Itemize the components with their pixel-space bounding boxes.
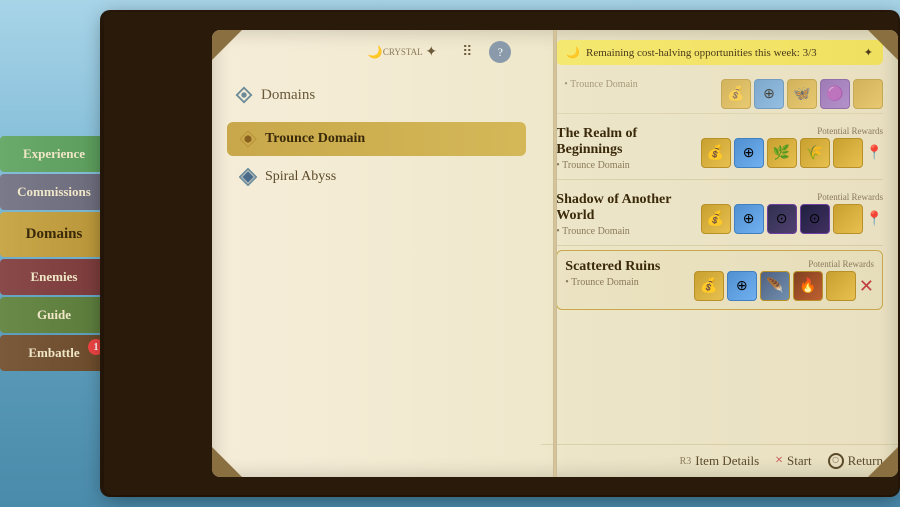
potential-label-2: Potential Rewards: [817, 192, 883, 202]
reward-gold-4: 💰: [694, 271, 724, 301]
reward-item-2: [853, 79, 883, 109]
start-key: ×: [775, 453, 783, 469]
trounce-domain-icon: [239, 130, 257, 148]
domain-realm-type: • Trounce Domain: [556, 160, 690, 171]
nav-spiral-abyss[interactable]: Spiral Abyss: [227, 160, 526, 194]
spiral-abyss-icon: [239, 168, 257, 186]
left-page: 🌙 CRYSTAL ✦ ⠿ ? Domains: [212, 30, 541, 477]
reward-purple-3: ⊙: [800, 204, 830, 234]
book-frame: 🌙 CRYSTAL ✦ ⠿ ? Domains: [104, 12, 898, 495]
sidebar-item-experience[interactable]: Experience: [0, 136, 108, 172]
domains-icon: [235, 86, 253, 104]
domain-shadow-name: Shadow of Another World: [556, 192, 690, 224]
domain-shadow[interactable]: Shadow of Another World • Trounce Domain…: [556, 184, 883, 246]
bottom-bar: R3 Item Details × Start ○ Return: [541, 444, 898, 477]
item-details-key: R3: [680, 456, 692, 467]
reward-icons-3: 💰 ⊕ 🪶 🔥 ✕: [694, 271, 874, 301]
reward-icons-2: 💰 ⊕ ⊙ ⊙ 📍: [701, 204, 883, 234]
reward-item-5: [833, 204, 863, 234]
return-key: ○: [828, 453, 844, 469]
reward-green-1: 🌿: [767, 138, 797, 168]
sidebar-label-guide: Guide: [37, 307, 71, 322]
trounce-domain-label: Trounce Domain: [265, 131, 365, 147]
domain-realm-of-beginnings[interactable]: The Realm of Beginnings • Trounce Domain…: [556, 118, 883, 180]
moon-icon: 🌙 CRYSTAL: [381, 38, 409, 66]
reward-gold-2: 💰: [701, 138, 731, 168]
reward-icons-1: 💰 ⊕ 🌿 🌾 📍: [701, 138, 883, 168]
nav-trounce-domain[interactable]: Trounce Domain: [227, 122, 526, 156]
reward-blue-4: ⊕: [727, 271, 757, 301]
sidebar-item-domains[interactable]: Domains: [0, 212, 108, 257]
domain-ruins-right: Potential Rewards 💰 ⊕ 🪶 🔥 ✕: [694, 259, 874, 301]
domain-realm-left: The Realm of Beginnings • Trounce Domain: [556, 126, 690, 171]
domain-ruins-left: Scattered Ruins • Trounce Domain: [565, 259, 684, 288]
notification-banner: 🌙 Remaining cost-halving opportunities t…: [556, 40, 883, 65]
domains-nav-label: Domains: [261, 87, 315, 104]
right-page: 🌙 Remaining cost-halving opportunities t…: [541, 30, 898, 477]
notif-snowflake: ✦: [864, 46, 873, 59]
notification-text: Remaining cost-halving opportunities thi…: [586, 47, 817, 59]
item-details-label: Item Details: [695, 453, 759, 469]
sidebar-label-embattle: Embattle: [28, 345, 79, 360]
sidebar-item-enemies[interactable]: Enemies: [0, 259, 108, 295]
reward-item-1: 🦋: [787, 79, 817, 109]
reward-blue-3: ⊕: [734, 204, 764, 234]
item-details-button[interactable]: R3 Item Details: [680, 453, 760, 469]
start-label: Start: [787, 453, 812, 469]
sidebar-label-domains: Domains: [26, 226, 83, 242]
book: 🌙 CRYSTAL ✦ ⠿ ? Domains: [212, 30, 898, 477]
domain-realm-right: Potential Rewards 💰 ⊕ 🌿 🌾 📍: [701, 126, 883, 168]
question-icon[interactable]: ?: [489, 41, 511, 63]
reward-gold-1: 💰: [721, 79, 751, 109]
nav-domains[interactable]: Domains: [227, 80, 526, 110]
reward-blue-2: ⊕: [734, 138, 764, 168]
sidebar-label-commissions: Commissions: [17, 184, 91, 199]
potential-label-1: Potential Rewards: [817, 126, 883, 136]
sidebar: Experience Commissions Domains Enemies G…: [0, 0, 108, 507]
sidebar-item-commissions[interactable]: Commissions: [0, 174, 108, 210]
sidebar-label-experience: Experience: [23, 146, 85, 161]
sidebar-label-enemies: Enemies: [31, 269, 78, 284]
spiral-abyss-label: Spiral Abyss: [265, 169, 336, 185]
moon-notif-icon: 🌙: [566, 46, 580, 59]
dots-icon[interactable]: ⠿: [453, 38, 481, 66]
domain-realm-name: The Realm of Beginnings: [556, 126, 690, 158]
reward-gold-3: 💰: [701, 204, 731, 234]
reward-purple-1: 🟣: [820, 79, 850, 109]
location-icon-1: 📍: [866, 145, 883, 162]
reward-wind-1: 🪶: [760, 271, 790, 301]
sidebar-item-embattle[interactable]: Embattle 1: [0, 335, 108, 371]
reward-item-4: [833, 138, 863, 168]
domain-scattered-ruins[interactable]: Scattered Ruins • Trounce Domain Potenti…: [556, 250, 883, 310]
reward-fire-1: 🔥: [793, 271, 823, 301]
close-x-icon: ✕: [859, 276, 874, 297]
domain-shadow-left: Shadow of Another World • Trounce Domain: [556, 192, 690, 237]
domain-ruins-type: • Trounce Domain: [565, 277, 684, 288]
sidebar-item-guide[interactable]: Guide: [0, 297, 108, 333]
reward-blue-1: ⊕: [754, 79, 784, 109]
location-icon-2: 📍: [866, 211, 883, 228]
start-button[interactable]: × Start: [775, 453, 811, 469]
return-button[interactable]: ○ Return: [828, 453, 883, 469]
reward-item-6: [826, 271, 856, 301]
reward-purple-2: ⊙: [767, 204, 797, 234]
domain-shadow-type: • Trounce Domain: [556, 226, 690, 237]
return-label: Return: [848, 453, 883, 469]
domain-shadow-right: Potential Rewards 💰 ⊕ ⊙ ⊙ 📍: [701, 192, 883, 234]
reward-item-3: 🌾: [800, 138, 830, 168]
domain-ruins-name: Scattered Ruins: [565, 259, 684, 275]
snowflake-icon[interactable]: ✦: [417, 38, 445, 66]
potential-label-3: Potential Rewards: [808, 259, 874, 269]
